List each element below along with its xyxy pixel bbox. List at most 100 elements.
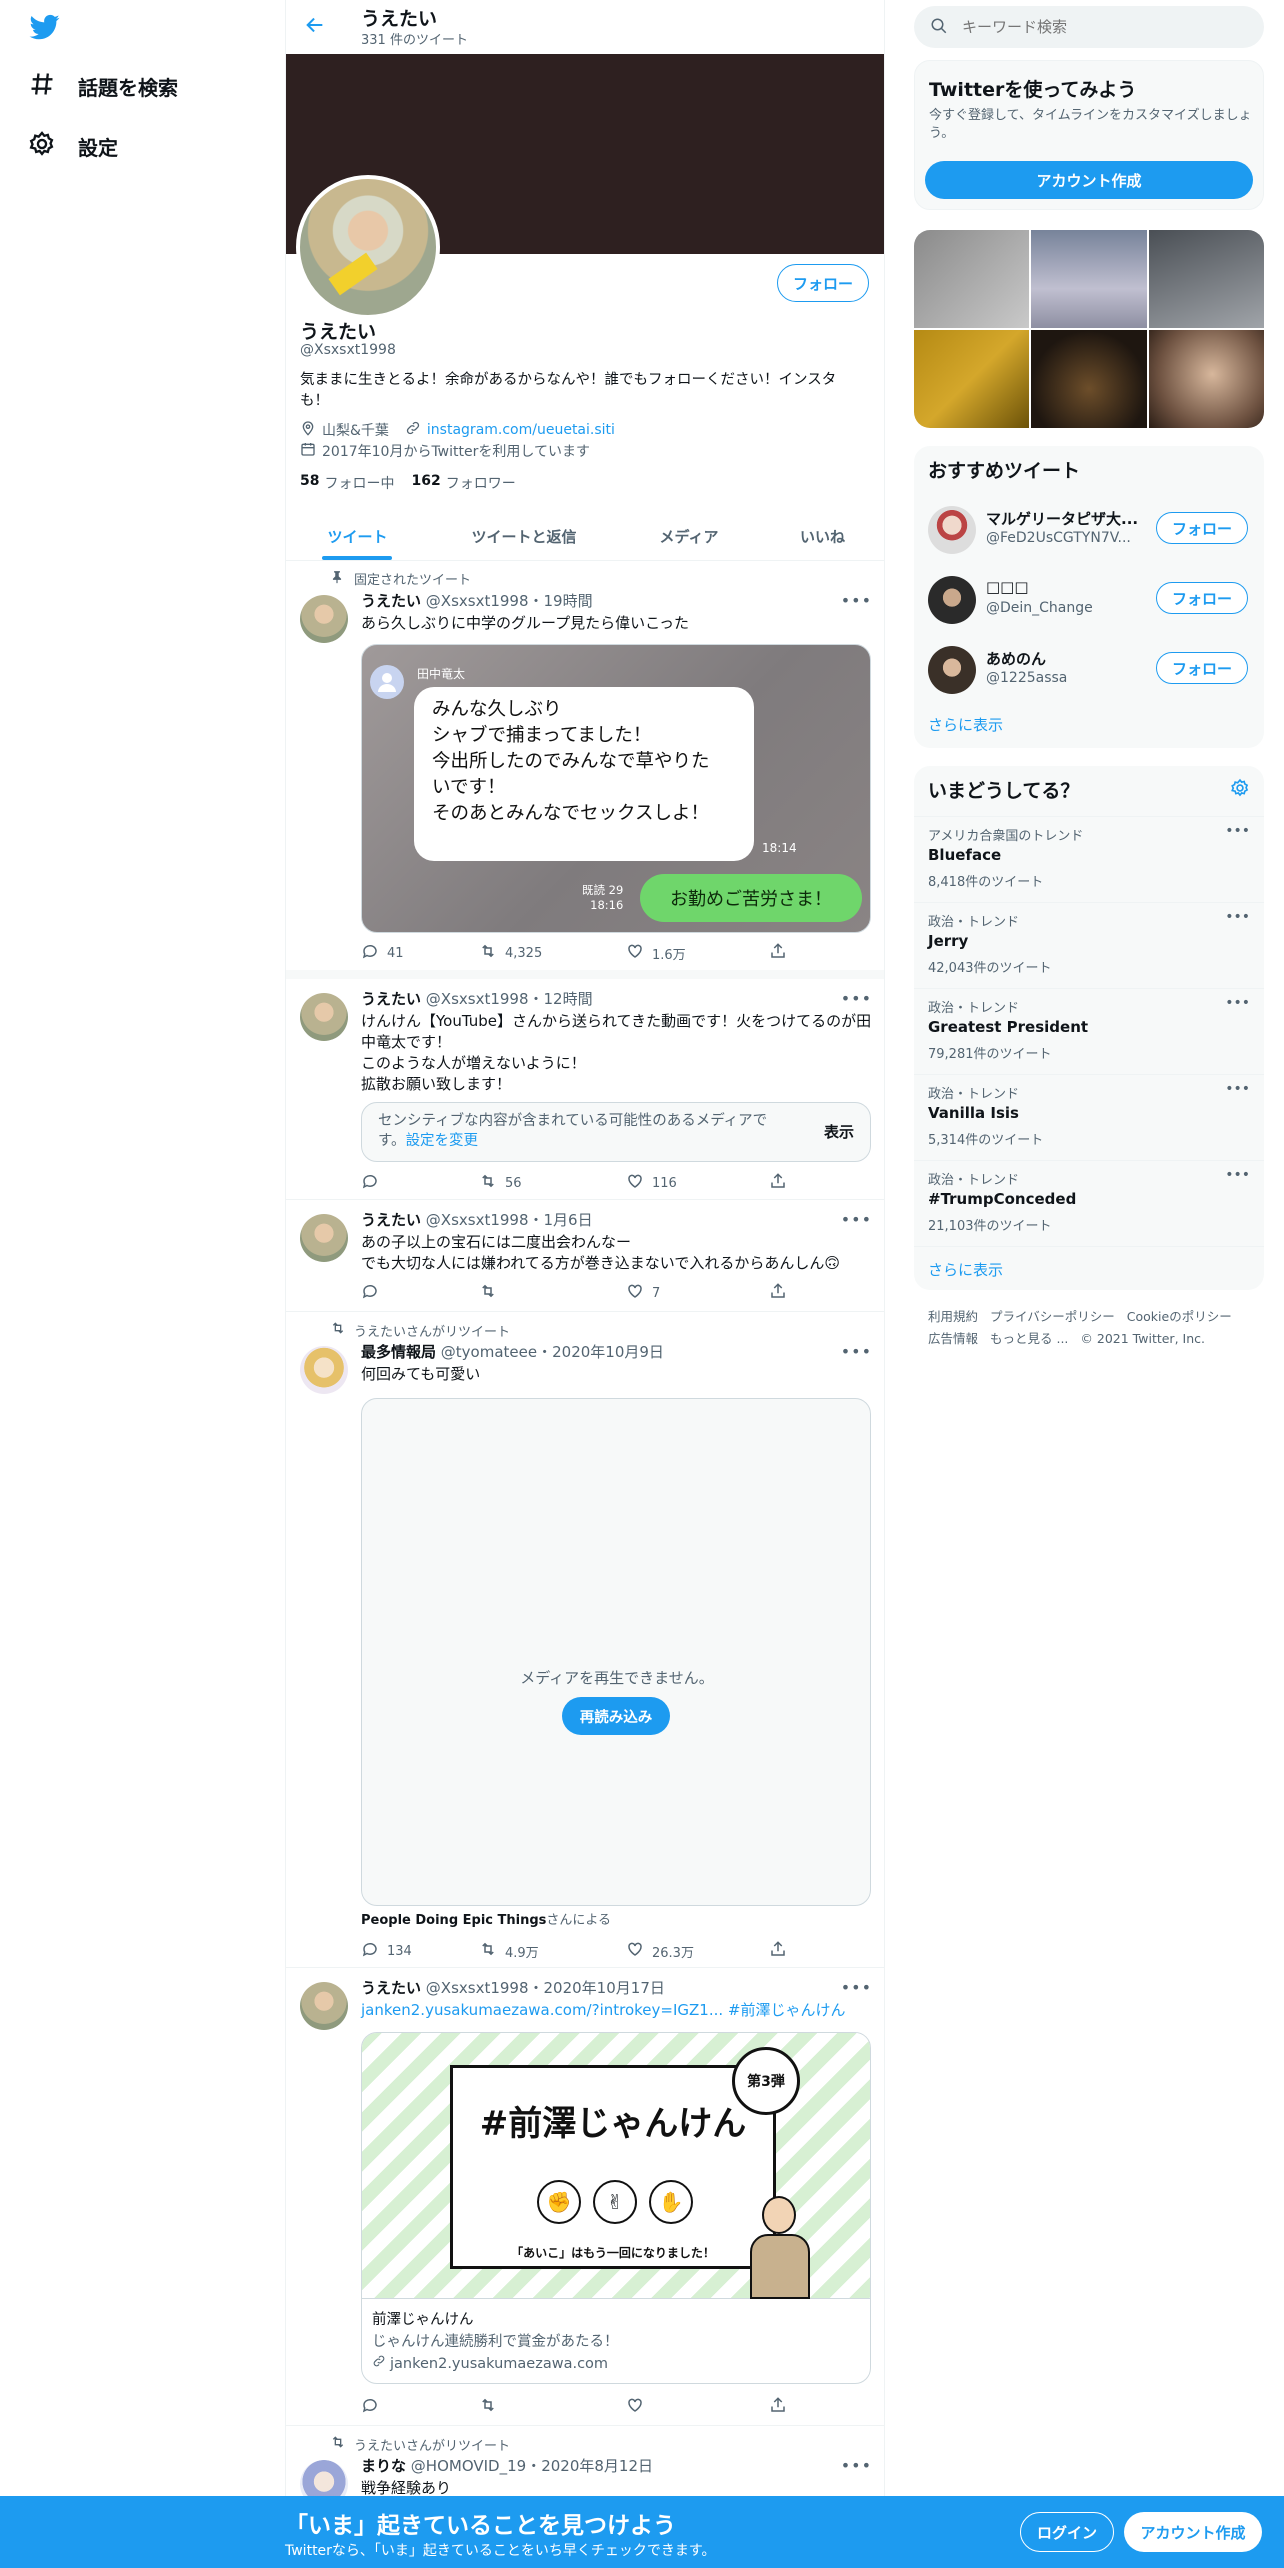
tweet-hashtag[interactable]: #前澤じゃんけん	[728, 2001, 846, 2019]
twitter-logo-icon[interactable]	[28, 12, 62, 46]
follow-button[interactable]: フォロー	[777, 264, 869, 302]
share-button[interactable]	[769, 1282, 787, 1304]
like-button[interactable]: 7	[626, 1282, 660, 1304]
trend-item[interactable]: 政治・トレンド Greatest President 79,281件のツイート …	[914, 988, 1264, 1074]
tab-tweets-replies[interactable]: ツイートと返信	[429, 512, 619, 560]
footer-more[interactable]: もっと見る ...	[990, 1328, 1068, 1350]
media-thumb[interactable]	[1148, 330, 1264, 428]
more-icon[interactable]: •••	[841, 1342, 872, 1361]
like-button[interactable]: 26.3万	[626, 1940, 694, 1962]
more-icon[interactable]: •••	[1225, 1081, 1250, 1097]
tweet-link[interactable]: janken2.yusakumaezawa.com/?introkey=IGZ1…	[361, 2001, 723, 2019]
reply-button[interactable]	[361, 1282, 379, 1304]
bottom-signup-button[interactable]: アカウント作成	[1124, 2512, 1262, 2552]
media-thumb[interactable]	[1031, 230, 1147, 328]
tweet-image-chat-screenshot[interactable]: 田中竜太 みんな久しぶり シャブで捕まってました！ 今出所したのでみんなで草やり…	[361, 644, 871, 933]
who-name[interactable]: マルゲリータピザ大...	[986, 508, 1138, 529]
tweet-retweet[interactable]: うえたいさんがリツイート 最多情報局 @tyomateee・2020年10月9日…	[286, 1312, 884, 1968]
avatar[interactable]	[928, 576, 976, 624]
media-thumb[interactable]	[1031, 330, 1147, 428]
show-media-button[interactable]: 表示	[824, 1121, 854, 1142]
avatar[interactable]	[300, 1982, 348, 2030]
gear-icon[interactable]	[1230, 778, 1250, 802]
media-source-name[interactable]: People Doing Epic Things	[361, 1913, 546, 1928]
retweet-button[interactable]	[479, 1282, 497, 1304]
trend-item[interactable]: アメリカ合衆国のトレンド Blueface 8,418件のツイート •••	[914, 816, 1264, 902]
trend-item[interactable]: 政治・トレンド Jerry 42,043件のツイート •••	[914, 902, 1264, 988]
who-show-more[interactable]: さらに表示	[928, 714, 1003, 735]
more-icon[interactable]: •••	[1225, 995, 1250, 1011]
like-button[interactable]	[626, 2396, 644, 2418]
more-icon[interactable]: •••	[841, 1978, 872, 1997]
footer-cookie[interactable]: Cookieのポリシー	[1127, 1306, 1232, 1328]
retweet-button[interactable]: 4,325	[479, 942, 542, 964]
who-item[interactable]: □□□ @Dein_Change フォロー	[914, 566, 1264, 636]
followers-label[interactable]: フォロワー	[446, 473, 516, 493]
tweet-pinned[interactable]: 固定されたツイート うえたい @Xsxsxt1998・19時間 ••• あら久し…	[286, 561, 884, 979]
trend-item[interactable]: 政治・トレンド #TrumpConceded 21,103件のツイート •••	[914, 1160, 1264, 1246]
media-thumb[interactable]	[1148, 230, 1264, 328]
like-button[interactable]: 116	[626, 1172, 677, 1194]
tweet[interactable]: うえたい @Xsxsxt1998・12時間 ••• けんけん【YouTube】さ…	[286, 979, 884, 1200]
footer-ads[interactable]: 広告情報	[928, 1328, 978, 1350]
avatar[interactable]	[300, 595, 348, 643]
following-label[interactable]: フォロー中	[324, 473, 394, 493]
following-count[interactable]: 58	[300, 473, 319, 493]
link-card[interactable]: #前澤じゃんけん ✊ ✌ ✋ 「あいこ」はもう一回になりました！ 第3弾 前澤じ…	[361, 2032, 871, 2384]
reply-button[interactable]	[361, 1172, 379, 1194]
author-name[interactable]: うえたい	[361, 1211, 421, 1229]
tweet[interactable]: うえたい @Xsxsxt1998・2020年10月17日 ••• janken2…	[286, 1968, 884, 2426]
more-icon[interactable]: •••	[1225, 823, 1250, 839]
share-button[interactable]	[769, 942, 787, 964]
reply-button[interactable]: 134	[361, 1940, 412, 1962]
profile-link[interactable]: instagram.com/ueuetai.siti	[427, 422, 615, 438]
more-icon[interactable]: •••	[1225, 909, 1250, 925]
more-icon[interactable]: •••	[841, 2456, 872, 2475]
follow-button[interactable]: フォロー	[1156, 512, 1248, 544]
search-input[interactable]	[962, 16, 1242, 38]
follow-button[interactable]: フォロー	[1156, 652, 1248, 684]
avatar[interactable]	[928, 646, 976, 694]
tab-tweets[interactable]: ツイート	[286, 512, 429, 560]
more-icon[interactable]: •••	[1225, 1167, 1250, 1183]
nav-explore[interactable]: 話題を検索	[28, 70, 178, 103]
share-button[interactable]	[769, 1172, 787, 1194]
author-name[interactable]: 最多情報局	[361, 1343, 436, 1361]
author-name[interactable]: まりな	[361, 2457, 406, 2475]
change-settings-link[interactable]: 設定を変更	[406, 1133, 479, 1149]
who-item[interactable]: マルゲリータピザ大... @FeD2UsCGTYN7V... フォロー	[914, 496, 1264, 566]
nav-settings[interactable]: 設定	[28, 130, 118, 163]
author-name[interactable]: うえたい	[361, 592, 421, 610]
trend-item[interactable]: 政治・トレンド Vanilla Isis 5,314件のツイート •••	[914, 1074, 1264, 1160]
signup-button[interactable]: アカウント作成	[925, 161, 1253, 199]
reload-button[interactable]: 再読み込み	[562, 1697, 670, 1735]
tab-likes[interactable]: いいね	[759, 512, 884, 560]
reply-button[interactable]: 41	[361, 942, 404, 964]
retweet-button[interactable]	[479, 2396, 497, 2418]
search-box[interactable]	[914, 6, 1264, 48]
who-item[interactable]: あめのん @1225assa フォロー	[914, 636, 1264, 706]
share-button[interactable]	[769, 1940, 787, 1962]
footer-terms[interactable]: 利用規約	[928, 1306, 978, 1328]
avatar[interactable]	[928, 506, 976, 554]
media-thumb[interactable]	[914, 230, 1030, 328]
like-button[interactable]: 1.6万	[626, 942, 686, 964]
avatar[interactable]	[300, 1214, 348, 1262]
who-name[interactable]: □□□	[986, 578, 1029, 596]
media-grid[interactable]	[914, 230, 1264, 428]
who-name[interactable]: あめのん	[986, 648, 1046, 669]
share-button[interactable]	[769, 2396, 787, 2418]
footer-privacy[interactable]: プライバシーポリシー	[990, 1306, 1115, 1328]
profile-avatar[interactable]	[296, 175, 440, 319]
avatar[interactable]	[300, 993, 348, 1041]
more-icon[interactable]: •••	[841, 591, 872, 610]
trends-show-more[interactable]: さらに表示	[928, 1259, 1003, 1280]
author-name[interactable]: うえたい	[361, 1979, 421, 1997]
author-name[interactable]: うえたい	[361, 990, 421, 1008]
followers-count[interactable]: 162	[411, 473, 440, 493]
retweet-button[interactable]: 56	[479, 1172, 522, 1194]
tab-media[interactable]: メディア	[619, 512, 759, 560]
tweet[interactable]: うえたい @Xsxsxt1998・1月6日 ••• あの子以上の宝石には二度出会…	[286, 1200, 884, 1312]
more-icon[interactable]: •••	[841, 989, 872, 1008]
back-arrow-icon[interactable]	[304, 14, 326, 40]
